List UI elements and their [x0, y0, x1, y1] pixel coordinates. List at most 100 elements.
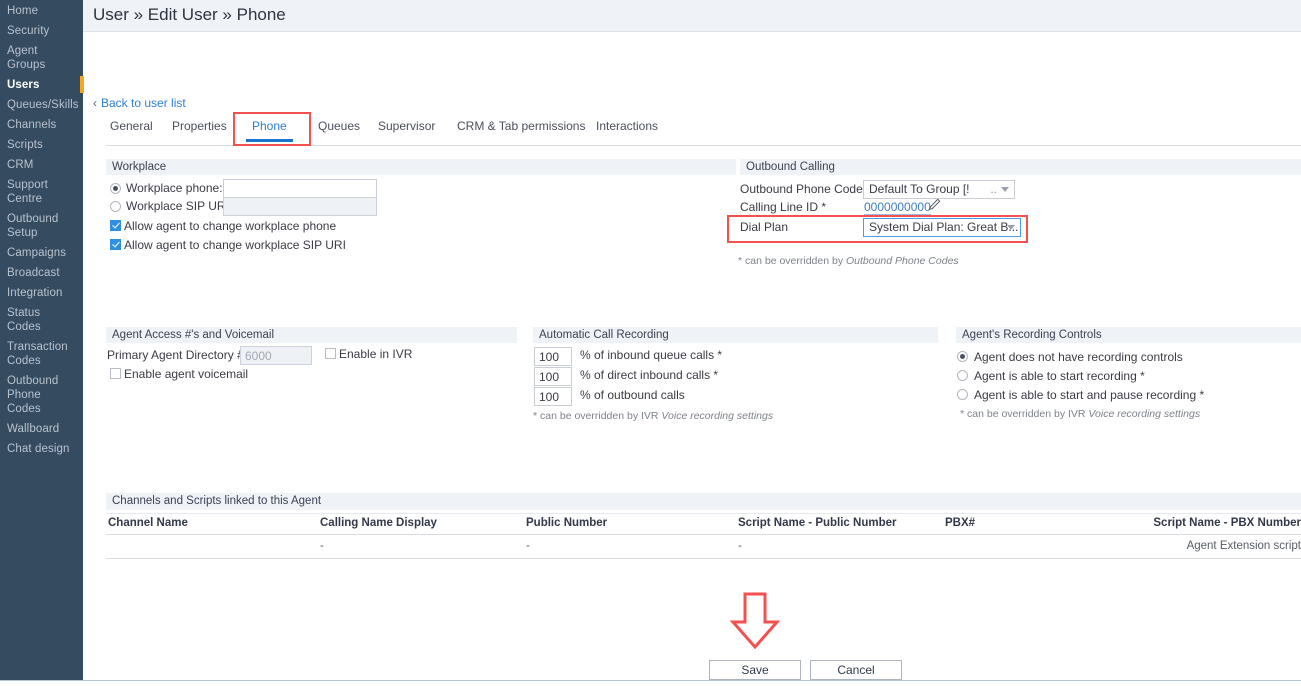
- sidebar-item-campaigns[interactable]: Campaigns: [0, 243, 83, 263]
- tab-label: Queues: [318, 119, 361, 133]
- agent-access-section-header: Agent Access #'s and Voicemail: [106, 327, 517, 343]
- tab-active-underline: [246, 139, 293, 142]
- tab-phone[interactable]: Phone: [246, 119, 293, 142]
- allow-change-workplace-phone-checkbox[interactable]: [110, 220, 121, 231]
- chevron-left-icon: ‹: [93, 96, 97, 110]
- sidebar-item-agent-groups[interactable]: Agent Groups: [0, 41, 83, 75]
- save-button[interactable]: Save: [709, 660, 801, 680]
- call-recording-section-title: Automatic Call Recording: [539, 329, 669, 341]
- sidebar-item-transaction-codes[interactable]: Transaction Codes: [0, 337, 83, 371]
- cell-calling-name-display: -: [320, 534, 526, 559]
- workplace-phone-radio[interactable]: [110, 183, 121, 194]
- workplace-sip-input[interactable]: [223, 197, 377, 216]
- outbound-calling-footnote: * can be overridden by Outbound Phone Co…: [738, 255, 959, 267]
- sidebar-item-scripts[interactable]: Scripts: [0, 135, 83, 155]
- outbound-calls-label: % of outbound calls: [580, 388, 685, 402]
- table-header-row: Channel Name Calling Name Display Public…: [106, 513, 1301, 535]
- breadcrumb: User » Edit User » Phone: [93, 5, 286, 24]
- footnote-italic: Voice recording settings: [1088, 408, 1201, 420]
- tab-properties[interactable]: Properties: [172, 119, 227, 133]
- sidebar-item-label: Wallboard: [7, 423, 60, 435]
- sidebar-item-home[interactable]: Home: [0, 1, 83, 21]
- enable-in-ivr-checkbox[interactable]: [325, 348, 336, 359]
- sidebar-item-queues-skills[interactable]: Queues/Skills: [0, 95, 83, 115]
- allow-change-workplace-sip-checkbox[interactable]: [110, 239, 121, 250]
- recording-control-start-radio[interactable]: [957, 370, 968, 381]
- enable-agent-voicemail-label: Enable agent voicemail: [124, 367, 249, 381]
- tab-label: Phone: [252, 119, 287, 133]
- sidebar-item-security[interactable]: Security: [0, 21, 83, 41]
- workplace-section-title: Workplace: [112, 161, 167, 173]
- direct-inbound-calls-input[interactable]: [534, 367, 572, 386]
- pencil-icon[interactable]: [928, 198, 941, 214]
- sidebar-item-broadcast[interactable]: Broadcast: [0, 263, 83, 283]
- table-row[interactable]: - - - Agent Extension script: [106, 534, 1301, 559]
- channels-table-header: Channels and Scripts linked to this Agen…: [106, 493, 1301, 510]
- sidebar-item-label: Users: [7, 79, 40, 91]
- sidebar-item-crm[interactable]: CRM: [0, 155, 83, 175]
- tab-interactions[interactable]: Interactions: [596, 119, 658, 133]
- sidebar-item-label: CRM: [7, 159, 34, 171]
- sidebar-item-support-centre[interactable]: Support Centre: [0, 175, 83, 209]
- tab-queues[interactable]: Queues: [318, 119, 360, 133]
- footnote-prefix: * can be overridden by IVR: [533, 410, 662, 422]
- enable-agent-voicemail-checkbox[interactable]: [110, 368, 121, 379]
- sidebar-item-label: Channels: [7, 119, 57, 131]
- sidebar-item-wallboard[interactable]: Wallboard: [0, 419, 83, 439]
- tab-supervisor[interactable]: Supervisor: [378, 119, 435, 133]
- sidebar-navigation: Home Security Agent Groups Users Queues/…: [0, 0, 84, 680]
- dial-plan-value: System Dial Plan: Great B...: [869, 220, 1019, 234]
- calling-line-id-value[interactable]: 0000000000: [864, 200, 931, 215]
- sidebar-item-status-codes[interactable]: Status Codes: [0, 303, 83, 337]
- sidebar-item-label: Queues/Skills: [7, 99, 79, 111]
- inbound-queue-calls-label: % of inbound queue calls *: [580, 348, 723, 362]
- sidebar-item-chat-design[interactable]: Chat design: [0, 439, 83, 459]
- tab-general[interactable]: General: [110, 119, 153, 133]
- recording-controls-section-title: Agent's Recording Controls: [962, 329, 1102, 341]
- cancel-button[interactable]: Cancel: [810, 660, 902, 680]
- channels-table: Channel Name Calling Name Display Public…: [106, 513, 1301, 559]
- tab-strip: General Properties Phone Queues Supervis…: [106, 119, 1301, 146]
- sidebar-item-users[interactable]: Users: [0, 75, 84, 95]
- workplace-phone-label: Workplace phone:: [126, 181, 223, 195]
- tab-crm-permissions[interactable]: CRM & Tab permissions: [457, 119, 585, 133]
- outbound-phone-codes-value: Default To Group [!: [869, 182, 970, 196]
- tab-label: General: [110, 119, 153, 133]
- allow-change-workplace-sip-label: Allow agent to change workplace SIP URI: [124, 238, 346, 252]
- outbound-calls-input[interactable]: [534, 387, 572, 406]
- recording-control-start-pause-radio[interactable]: [957, 389, 968, 400]
- footnote-italic: Outbound Phone Codes: [845, 255, 959, 267]
- inbound-queue-calls-input[interactable]: [534, 347, 572, 366]
- sidebar-item-outbound-setup[interactable]: Outbound Setup: [0, 209, 83, 243]
- call-recording-footnote: * can be overridden by IVR Voice recordi…: [533, 410, 773, 422]
- tab-label: Supervisor: [378, 119, 436, 133]
- calling-line-id-label: Calling Line ID *: [740, 200, 827, 214]
- outbound-calling-section-header: Outbound Calling: [740, 159, 1301, 175]
- dial-plan-select[interactable]: System Dial Plan: Great B...: [863, 218, 1021, 237]
- workplace-sip-label: Workplace SIP URI:: [126, 199, 233, 213]
- primary-agent-directory-input[interactable]: [240, 346, 312, 365]
- column-script-name-pbx-number: Script Name - PBX Number: [1153, 513, 1301, 535]
- recording-controls-section-header: Agent's Recording Controls: [956, 327, 1301, 343]
- outbound-phone-codes-label: Outbound Phone Codes: [740, 182, 869, 196]
- sidebar-item-label: Transaction Codes: [7, 341, 68, 367]
- sidebar-item-label: Outbound Phone Codes: [7, 375, 59, 415]
- sidebar-item-integration[interactable]: Integration: [0, 283, 83, 303]
- workplace-phone-input[interactable]: [223, 179, 377, 198]
- column-channel-name: Channel Name: [106, 513, 320, 535]
- sidebar-item-label: Agent Groups: [7, 45, 46, 71]
- sidebar-item-label: Integration: [7, 287, 63, 299]
- workplace-sip-radio[interactable]: [110, 201, 121, 212]
- cell-script-name-public-number: -: [738, 534, 945, 559]
- down-arrow-annotation: [729, 592, 781, 650]
- tab-label: Interactions: [596, 119, 659, 133]
- column-script-name-public-number: Script Name - Public Number: [738, 513, 945, 535]
- outbound-phone-codes-ellipsis: ..: [990, 182, 997, 196]
- recording-control-none-radio[interactable]: [957, 351, 968, 362]
- sidebar-item-channels[interactable]: Channels: [0, 115, 83, 135]
- sidebar-item-outbound-phone-codes[interactable]: Outbound Phone Codes: [0, 371, 83, 419]
- footnote-prefix: * can be overridden by: [738, 255, 846, 267]
- back-to-user-list-link[interactable]: ‹ Back to user list: [93, 96, 186, 110]
- outbound-phone-codes-select[interactable]: Default To Group [! ..: [863, 180, 1015, 199]
- allow-change-workplace-phone-label: Allow agent to change workplace phone: [124, 219, 337, 233]
